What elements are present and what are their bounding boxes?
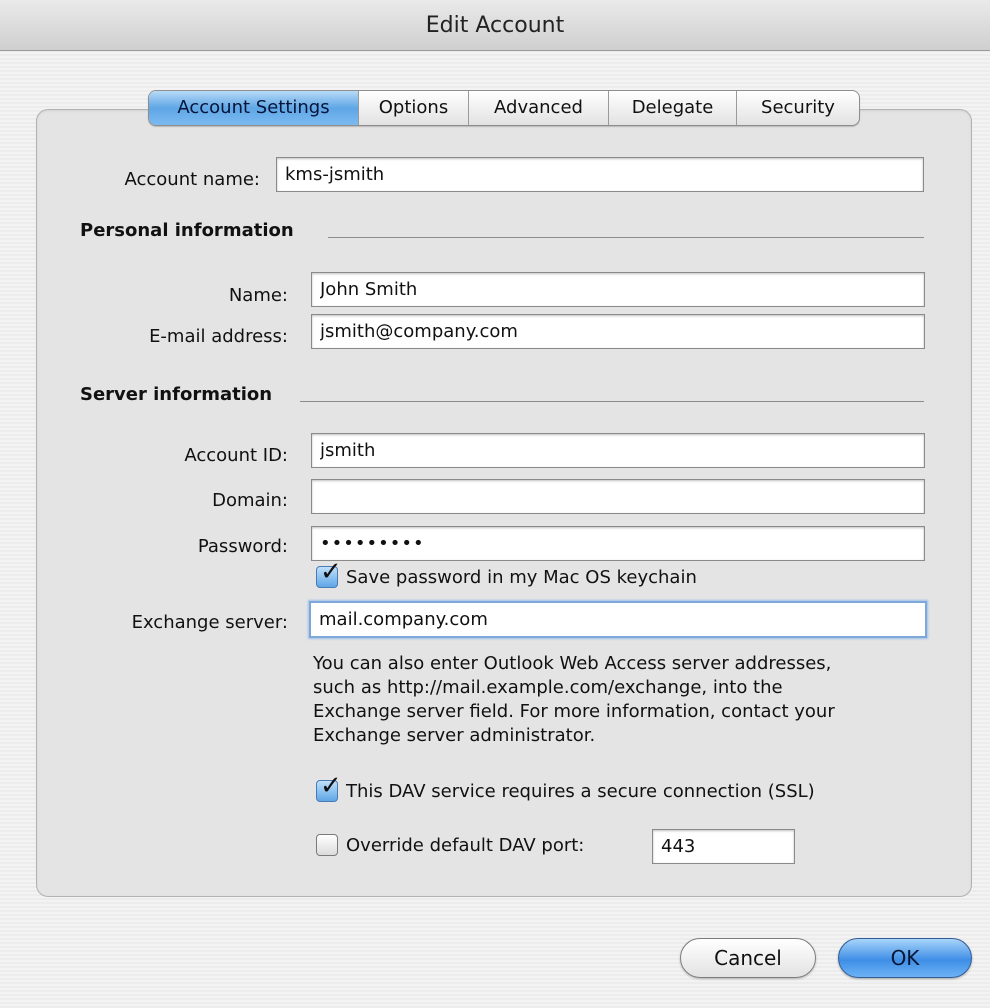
account-name-field[interactable] bbox=[276, 157, 924, 192]
tab-security[interactable]: Security bbox=[737, 91, 859, 125]
name-field[interactable] bbox=[311, 272, 925, 307]
domain-label: Domain: bbox=[212, 490, 288, 511]
server-info-divider bbox=[300, 401, 924, 402]
email-field[interactable] bbox=[311, 314, 925, 349]
checkmark-icon: ✓ bbox=[320, 771, 342, 801]
save-password-row[interactable]: ✓ Save password in my Mac OS keychain bbox=[316, 559, 697, 588]
cancel-button[interactable]: Cancel bbox=[680, 938, 816, 978]
email-label: E-mail address: bbox=[149, 326, 288, 347]
window-title-bar: Edit Account bbox=[0, 0, 990, 51]
server-info-heading: Server information bbox=[80, 384, 273, 405]
account-id-label: Account ID: bbox=[184, 445, 288, 466]
help-line: such as http://mail.example.com/exchange… bbox=[313, 677, 783, 698]
override-port-row[interactable]: Override default DAV port: bbox=[316, 834, 584, 856]
tab-advanced[interactable]: Advanced bbox=[469, 91, 609, 125]
exchange-help-text: You can also enter Outlook Web Access se… bbox=[313, 652, 933, 748]
help-line: You can also enter Outlook Web Access se… bbox=[313, 653, 832, 674]
exchange-server-label: Exchange server: bbox=[131, 612, 288, 633]
tab-account-settings[interactable]: Account Settings bbox=[149, 91, 359, 125]
ok-button[interactable]: OK bbox=[838, 938, 972, 978]
domain-field[interactable] bbox=[311, 479, 925, 514]
ssl-checkbox[interactable]: ✓ bbox=[316, 773, 342, 802]
override-port-label: Override default DAV port: bbox=[346, 834, 585, 856]
exchange-server-field[interactable] bbox=[309, 601, 927, 638]
checkmark-icon: ✓ bbox=[320, 557, 342, 587]
tab-options[interactable]: Options bbox=[359, 91, 469, 125]
save-password-checkbox[interactable]: ✓ bbox=[316, 559, 342, 588]
override-port-checkbox[interactable] bbox=[316, 834, 338, 856]
tab-bar: Account Settings Options Advanced Delega… bbox=[148, 90, 860, 126]
help-line: Exchange server field. For more informat… bbox=[313, 701, 835, 722]
save-password-label: Save password in my Mac OS keychain bbox=[346, 566, 697, 588]
tab-delegate[interactable]: Delegate bbox=[609, 91, 737, 125]
password-label: Password: bbox=[197, 536, 288, 557]
name-label: Name: bbox=[228, 285, 288, 306]
personal-info-heading: Personal information bbox=[80, 220, 294, 241]
help-line: Exchange server administrator. bbox=[313, 725, 596, 746]
dav-port-field[interactable] bbox=[652, 829, 795, 864]
password-field[interactable] bbox=[311, 526, 925, 561]
window-title: Edit Account bbox=[425, 12, 565, 38]
ssl-label: This DAV service requires a secure conne… bbox=[346, 780, 815, 802]
ssl-row[interactable]: ✓ This DAV service requires a secure con… bbox=[316, 773, 815, 802]
account-name-label: Account name: bbox=[124, 169, 260, 190]
account-id-field[interactable] bbox=[311, 433, 925, 468]
personal-info-divider bbox=[328, 237, 924, 238]
